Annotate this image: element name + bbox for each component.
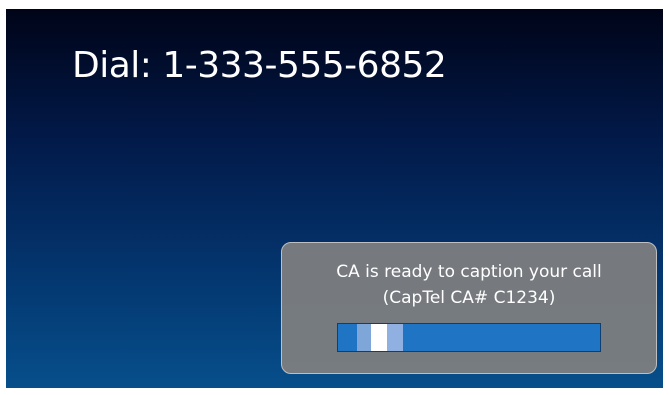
progress-segment <box>357 324 371 351</box>
progress-indicator <box>357 324 403 351</box>
connection-progress-bar <box>337 323 601 352</box>
status-message: CA is ready to caption your call <box>336 262 602 282</box>
call-screen: Dial: 1-333-555-6852 CA is ready to capt… <box>6 9 663 388</box>
progress-segment <box>371 324 387 351</box>
caption-status-panel: CA is ready to caption your call (CapTel… <box>281 242 657 374</box>
ca-id-label: (CapTel CA# C1234) <box>382 288 556 308</box>
dial-number-text: Dial: 1-333-555-6852 <box>72 45 447 86</box>
progress-segment <box>387 324 403 351</box>
